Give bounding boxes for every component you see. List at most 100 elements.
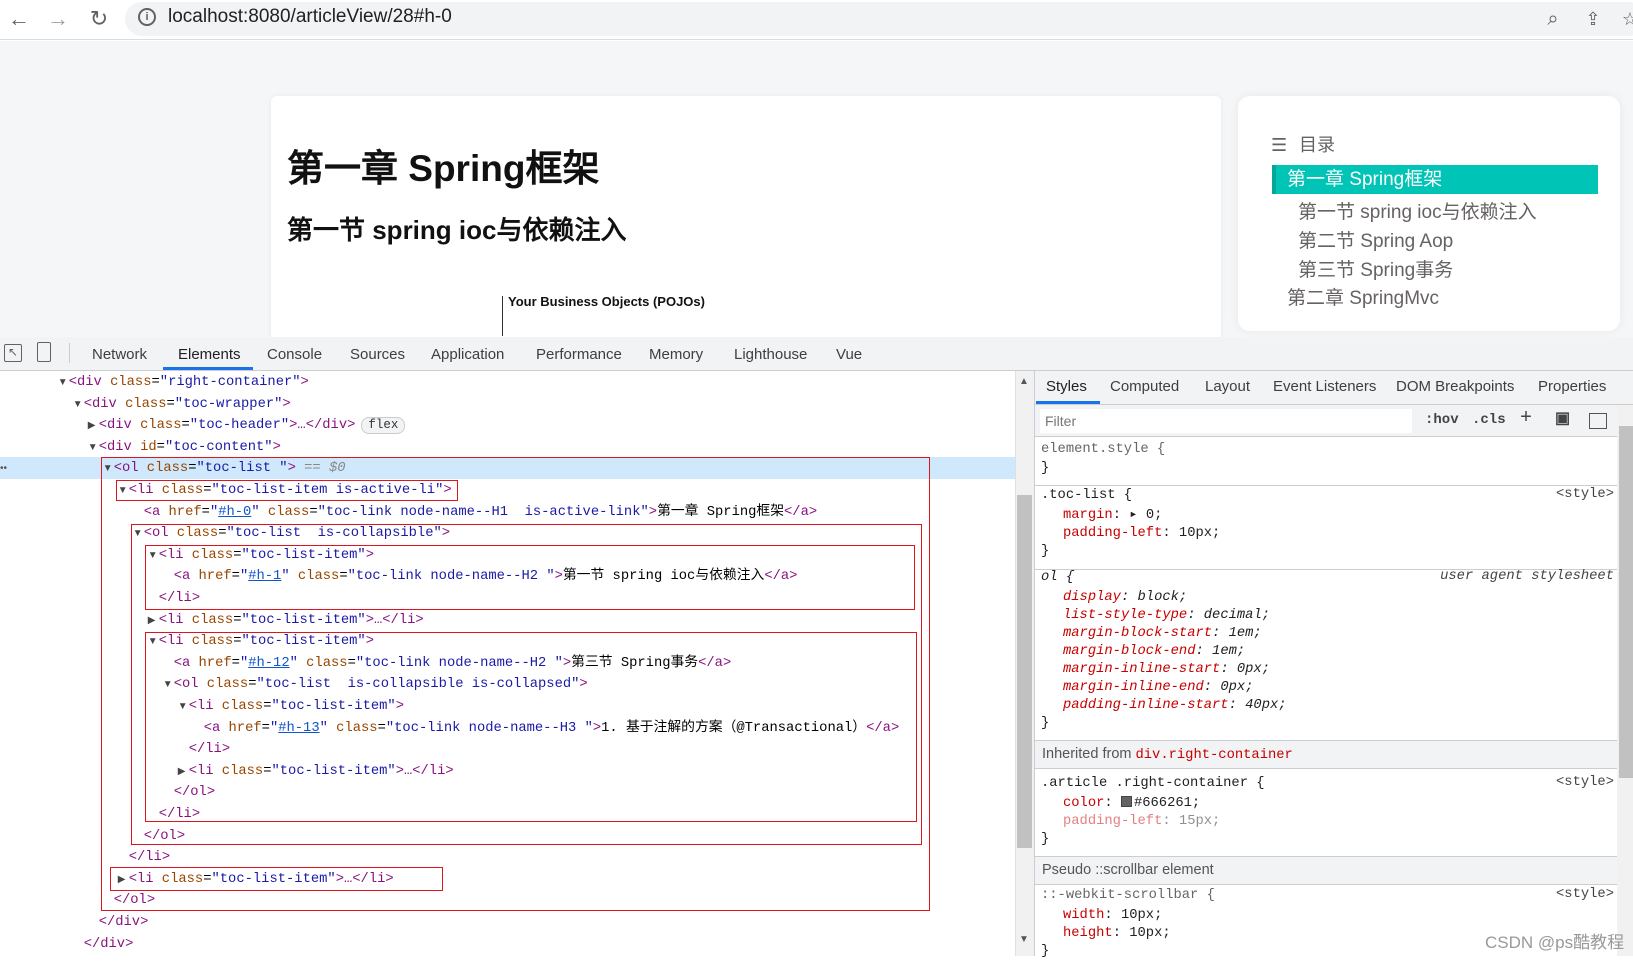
- css-selector[interactable]: ol {: [1041, 569, 1074, 587]
- toc-item-active[interactable]: 第一章 Spring框架: [1272, 165, 1598, 194]
- css-property-value: #666261;: [1133, 796, 1201, 811]
- color-swatch[interactable]: [1120, 796, 1132, 807]
- css-property[interactable]: margin: ▸ 0;: [1063, 507, 1162, 525]
- expand-triangle-icon[interactable]: ▼: [88, 437, 98, 458]
- more-icon[interactable]: ••: [0, 463, 7, 474]
- element-style-selector[interactable]: element.style {: [1041, 441, 1165, 459]
- css-selector[interactable]: .article .right-container {: [1041, 775, 1265, 793]
- css-property-value: 40px;: [1245, 698, 1287, 713]
- article-h1: 第一章 Spring框架: [287, 148, 600, 189]
- css-property-value: 0px;: [1236, 662, 1270, 677]
- device-toolbar-icon[interactable]: [37, 342, 51, 362]
- tab-styles[interactable]: Styles: [1046, 378, 1087, 395]
- scroll-down-icon[interactable]: ▼: [1019, 934, 1029, 945]
- expand-triangle-icon[interactable]: ▶: [88, 415, 96, 436]
- dom-node-line[interactable]: <div class="toc-header">…</div> flex: [99, 415, 406, 436]
- share-icon[interactable]: ⇪: [1578, 4, 1608, 34]
- css-property[interactable]: padding-left: 15px;: [1063, 813, 1220, 831]
- toc-header: ☰ 目录: [1271, 131, 1335, 157]
- zoom-icon[interactable]: ⌕: [1538, 4, 1568, 34]
- css-property-name: padding-inline-start: [1063, 698, 1229, 713]
- expand-triangle-icon[interactable]: ▼: [73, 394, 83, 415]
- css-property-value: decimal;: [1203, 608, 1271, 623]
- css-property-value: ▸ 0;: [1129, 508, 1163, 523]
- highlight-box: [145, 632, 917, 822]
- css-selector[interactable]: ::-webkit-scrollbar {: [1041, 887, 1215, 905]
- url-text[interactable]: localhost:8080/articleView/28#h-0: [168, 6, 452, 28]
- css-property[interactable]: list-style-type: decimal;: [1063, 607, 1270, 625]
- css-property[interactable]: margin-inline-end: 0px;: [1063, 679, 1253, 697]
- css-property[interactable]: display: block;: [1063, 589, 1187, 607]
- css-property-name: margin-block-start: [1063, 626, 1213, 641]
- toc-item[interactable]: 第二节 Spring Aop: [1298, 226, 1453, 253]
- dom-node-line[interactable]: <div class="right-container">: [69, 372, 309, 393]
- dom-node-line[interactable]: </div>: [99, 912, 149, 933]
- toc-title: 目录: [1299, 135, 1335, 155]
- tab-memory[interactable]: Memory: [649, 346, 703, 363]
- diagram-label: Your Business Objects (POJOs): [508, 294, 705, 309]
- inherited-label: Inherited from: [1042, 746, 1136, 762]
- css-selector[interactable]: .toc-list {: [1041, 487, 1132, 505]
- info-icon[interactable]: i: [138, 8, 156, 26]
- css-property[interactable]: padding-inline-start: 40px;: [1063, 697, 1287, 715]
- reload-icon[interactable]: ↻: [84, 4, 114, 34]
- tab-console[interactable]: Console: [267, 346, 322, 363]
- inherited-from-link[interactable]: div.right-container: [1136, 748, 1293, 763]
- menu-icon: ☰: [1271, 135, 1288, 155]
- tab-computed[interactable]: Computed: [1110, 378, 1179, 395]
- star-icon[interactable]: ☆: [1615, 4, 1633, 34]
- new-rule-icon[interactable]: +: [1520, 407, 1532, 430]
- styles-scrollbar-thumb[interactable]: [1619, 426, 1633, 778]
- css-property[interactable]: margin-block-start: 1em;: [1063, 625, 1262, 643]
- tab-event-listeners[interactable]: Event Listeners: [1273, 378, 1376, 395]
- css-source[interactable]: user agent stylesheet: [1440, 569, 1614, 584]
- rule-close: }: [1041, 832, 1050, 847]
- toc-item[interactable]: 第一节 spring ioc与依赖注入: [1298, 197, 1537, 224]
- expand-triangle-icon[interactable]: ▼: [58, 372, 68, 393]
- tab-network[interactable]: Network: [92, 346, 147, 363]
- css-property[interactable]: margin-inline-start: 0px;: [1063, 661, 1270, 679]
- hov-button[interactable]: :hov: [1425, 412, 1459, 428]
- scroll-up-icon[interactable]: ▲: [1019, 376, 1029, 387]
- tab-application[interactable]: Application: [431, 346, 504, 363]
- tab-dom-breakpoints[interactable]: DOM Breakpoints: [1396, 378, 1514, 395]
- tab-layout[interactable]: Layout: [1205, 378, 1250, 395]
- css-property[interactable]: margin-block-end: 1em;: [1063, 643, 1245, 661]
- css-property-value: 0px;: [1220, 680, 1254, 695]
- tab-performance[interactable]: Performance: [536, 346, 622, 363]
- styles-filter-input[interactable]: [1040, 409, 1412, 433]
- css-property-name: margin: [1063, 508, 1113, 523]
- css-source[interactable]: <style>: [1556, 775, 1614, 790]
- toc-item[interactable]: 第三节 Spring事务: [1298, 255, 1453, 282]
- back-arrow-icon[interactable]: ←: [4, 4, 34, 34]
- rule-close: }: [1041, 461, 1050, 476]
- tab-elements[interactable]: Elements: [178, 346, 241, 363]
- forward-arrow-icon[interactable]: →: [43, 4, 73, 34]
- dom-node-line[interactable]: <div class="toc-wrapper">: [84, 394, 291, 415]
- tab-properties[interactable]: Properties: [1538, 378, 1606, 395]
- toggle-sidebar-icon[interactable]: [1589, 413, 1607, 429]
- css-source[interactable]: <style>: [1556, 887, 1614, 902]
- css-property[interactable]: height: 10px;: [1063, 925, 1171, 943]
- css-property[interactable]: padding-left: 10px;: [1063, 525, 1220, 543]
- inspect-element-icon[interactable]: ↖: [4, 344, 22, 362]
- cls-button[interactable]: .cls: [1472, 412, 1506, 428]
- css-source[interactable]: <style>: [1556, 487, 1614, 502]
- flex-badge[interactable]: flex: [361, 417, 406, 435]
- css-property[interactable]: width: 10px;: [1063, 907, 1162, 925]
- css-property-name: display: [1063, 590, 1121, 605]
- dom-node-line[interactable]: <div id="toc-content">: [99, 437, 281, 458]
- devtools-tabbar: [0, 337, 1633, 371]
- elements-tree: •• ▼ <div class="right-container"> ▼ <div cl…: [0, 371, 1015, 956]
- elements-scrollbar-thumb[interactable]: [1017, 495, 1032, 848]
- css-property-name: margin-inline-start: [1063, 662, 1221, 677]
- dom-node-line[interactable]: </div>: [84, 934, 134, 955]
- paint-brush-icon[interactable]: ▣: [1555, 408, 1570, 428]
- tab-sources[interactable]: Sources: [350, 346, 405, 363]
- highlight-box: [116, 480, 458, 501]
- tab-lighthouse[interactable]: Lighthouse: [734, 346, 807, 363]
- css-property-name: padding-left: [1063, 526, 1163, 541]
- css-property[interactable]: color: #666261;: [1063, 795, 1200, 813]
- tab-vue[interactable]: Vue: [836, 346, 862, 363]
- toc-item[interactable]: 第二章 SpringMvc: [1287, 283, 1439, 310]
